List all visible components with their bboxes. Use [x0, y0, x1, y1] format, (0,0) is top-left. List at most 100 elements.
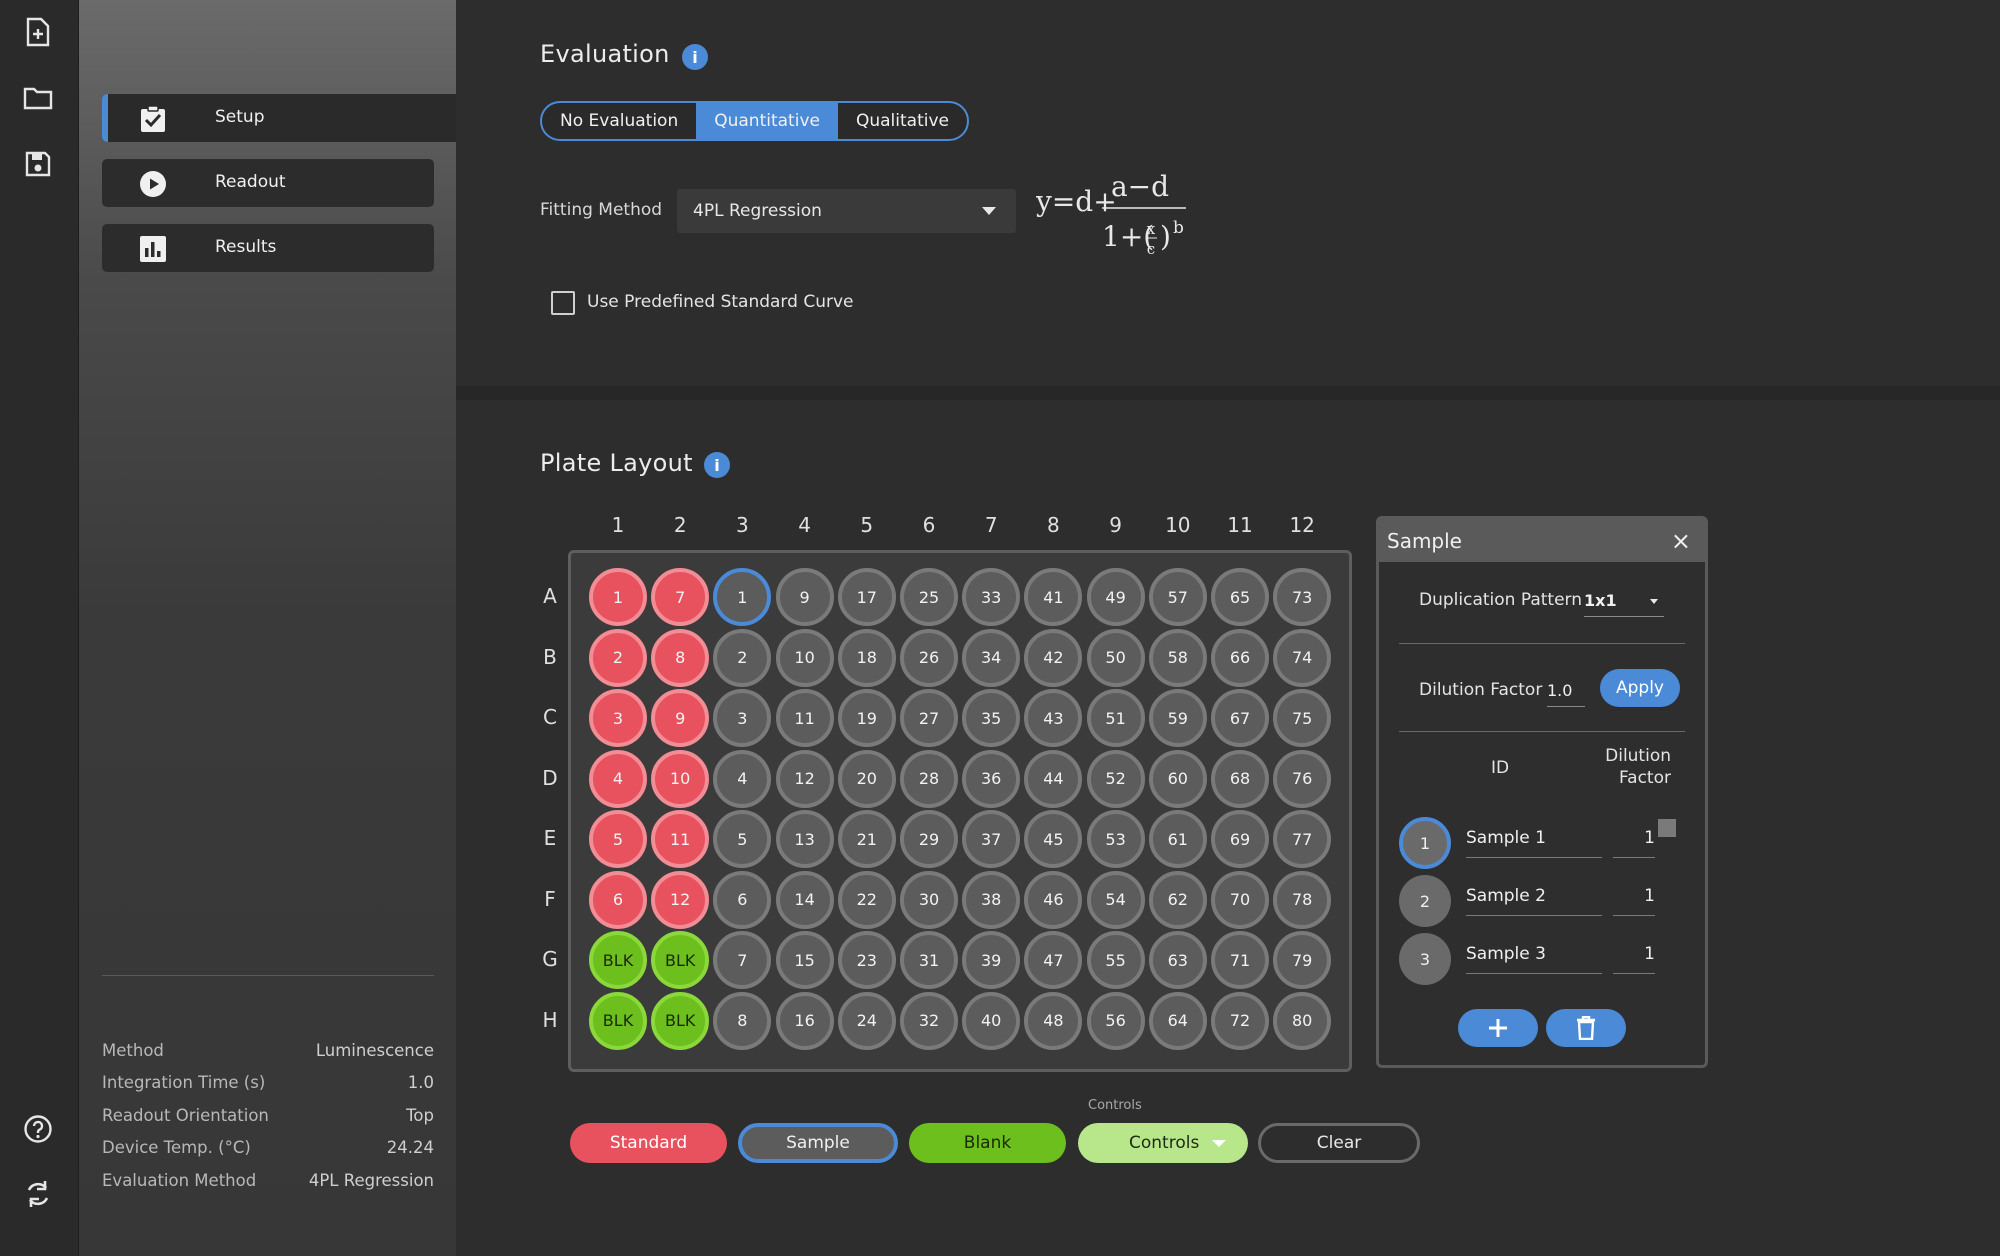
scrollbar-thumb[interactable]	[1658, 819, 1676, 837]
plate-well[interactable]: 28	[900, 749, 958, 808]
plate-well[interactable]: 44	[1024, 749, 1083, 808]
plate-well[interactable]: 77	[1273, 810, 1332, 868]
plate-column-header[interactable]: 8	[1033, 513, 1073, 537]
plate-column-header[interactable]: 4	[785, 513, 825, 537]
option-qualitative[interactable]: Qualitative	[838, 103, 967, 139]
plate-well[interactable]: 60	[1148, 749, 1207, 808]
plate-well[interactable]: 48	[1024, 991, 1083, 1050]
plate-column-header[interactable]: 7	[971, 513, 1011, 537]
plate-column-header[interactable]: 6	[909, 513, 949, 537]
plate-well[interactable]: 69	[1211, 810, 1269, 868]
help-icon[interactable]	[20, 1111, 56, 1147]
plate-well[interactable]: 16	[775, 991, 834, 1050]
controls-button[interactable]: Controls	[1078, 1123, 1248, 1163]
plate-well[interactable]: 62	[1148, 870, 1207, 929]
plate-well[interactable]: 76	[1273, 749, 1332, 808]
plate-well[interactable]: 55	[1086, 931, 1145, 989]
plate-well[interactable]: 24	[837, 991, 896, 1050]
plate-row-header[interactable]: G	[540, 947, 560, 971]
plate-well[interactable]: 25	[900, 568, 958, 626]
plate-well[interactable]: 8	[651, 628, 710, 687]
close-icon[interactable]: ×	[1671, 527, 1691, 555]
plate-row-header[interactable]: B	[540, 645, 560, 669]
plate-column-header[interactable]: 2	[660, 513, 700, 537]
plate-well[interactable]: 8	[713, 991, 772, 1050]
nav-item-results[interactable]: Results	[102, 224, 434, 272]
plate-well[interactable]: 23	[837, 931, 896, 989]
add-sample-button[interactable]	[1458, 1009, 1538, 1047]
sample-circle-2[interactable]: 2	[1399, 875, 1451, 927]
plate-well[interactable]: 5	[713, 810, 772, 868]
plate-well[interactable]: 6	[589, 870, 647, 929]
plate-well[interactable]: 4	[589, 749, 647, 808]
plate-row-header[interactable]: A	[540, 584, 560, 608]
plate-column-header[interactable]: 9	[1096, 513, 1136, 537]
sample-name-input[interactable]: Sample 2	[1466, 886, 1602, 916]
plate-row-header[interactable]: C	[540, 705, 560, 729]
plate-well[interactable]: 9	[651, 689, 710, 747]
plate-well[interactable]: 4	[713, 749, 772, 808]
plate-well[interactable]: 26	[900, 628, 958, 687]
plate-well[interactable]: BLK	[651, 991, 710, 1050]
plate-well[interactable]: 2	[589, 628, 647, 687]
sample-dilution-input[interactable]: 1	[1613, 886, 1655, 916]
plate-well[interactable]: 52	[1086, 749, 1145, 808]
plate-well[interactable]: 37	[962, 810, 1021, 868]
plate-well[interactable]: 27	[900, 689, 958, 747]
plate-well[interactable]: 6	[713, 870, 772, 929]
plate-well[interactable]: 7	[651, 568, 710, 626]
nav-item-setup[interactable]: Setup	[102, 94, 456, 142]
plate-well[interactable]: 38	[962, 870, 1021, 929]
plate-well[interactable]: 79	[1273, 931, 1332, 989]
plate-well[interactable]: 7	[713, 931, 772, 989]
plate-row-header[interactable]: F	[540, 887, 560, 911]
standard-button[interactable]: Standard	[570, 1123, 727, 1163]
plate-well[interactable]: 41	[1024, 568, 1083, 626]
plate-well[interactable]: 49	[1086, 568, 1145, 626]
predefined-curve-checkbox[interactable]	[551, 291, 575, 315]
plate-well[interactable]: 45	[1024, 810, 1083, 868]
plate-well[interactable]: 75	[1273, 689, 1332, 747]
sample-circle-3[interactable]: 3	[1399, 933, 1451, 985]
plate-well[interactable]: 18	[837, 628, 896, 687]
new-file-icon[interactable]	[20, 14, 56, 50]
plate-well[interactable]: 57	[1148, 568, 1207, 626]
plate-well[interactable]: 1	[589, 568, 647, 626]
plate-well[interactable]: BLK	[589, 931, 647, 989]
plate-well[interactable]: 56	[1086, 991, 1145, 1050]
plate-well[interactable]: 63	[1148, 931, 1207, 989]
plate-well[interactable]: 2	[713, 628, 772, 687]
plate-well[interactable]: 11	[651, 810, 710, 868]
plate-well[interactable]: 9	[775, 568, 834, 626]
plate-well[interactable]: 43	[1024, 689, 1083, 747]
plate-well[interactable]: 22	[837, 870, 896, 929]
clear-button[interactable]: Clear	[1258, 1123, 1420, 1163]
plate-well[interactable]: 65	[1211, 568, 1269, 626]
refresh-icon[interactable]	[20, 1176, 56, 1212]
plate-well[interactable]: 59	[1148, 689, 1207, 747]
sample-dilution-input[interactable]: 1	[1613, 944, 1655, 974]
plate-row-header[interactable]: H	[540, 1008, 560, 1032]
plate-well[interactable]: 67	[1211, 689, 1269, 747]
plate-well[interactable]: 73	[1273, 568, 1332, 626]
apply-button[interactable]: Apply	[1600, 669, 1680, 707]
plate-well[interactable]: 30	[900, 870, 958, 929]
plate-column-header[interactable]: 1	[598, 513, 638, 537]
plate-well[interactable]: 50	[1086, 628, 1145, 687]
plate-well[interactable]: 10	[651, 749, 710, 808]
plate-well[interactable]: 71	[1211, 931, 1269, 989]
duplication-pattern-select[interactable]: 1x1	[1584, 591, 1664, 617]
plate-well[interactable]: 3	[589, 689, 647, 747]
plate-well[interactable]: 33	[962, 568, 1021, 626]
plate-well[interactable]: 3	[713, 689, 772, 747]
plate-column-header[interactable]: 10	[1158, 513, 1198, 537]
plate-well[interactable]: 58	[1148, 628, 1207, 687]
plate-well[interactable]: 68	[1211, 749, 1269, 808]
plate-well[interactable]: BLK	[651, 931, 710, 989]
plate-well[interactable]: 20	[837, 749, 896, 808]
plate-well[interactable]: BLK	[589, 991, 647, 1050]
plate-well[interactable]: 70	[1211, 870, 1269, 929]
plate-well[interactable]: 13	[775, 810, 834, 868]
nav-item-readout[interactable]: Readout	[102, 159, 434, 207]
plate-well[interactable]: 35	[962, 689, 1021, 747]
